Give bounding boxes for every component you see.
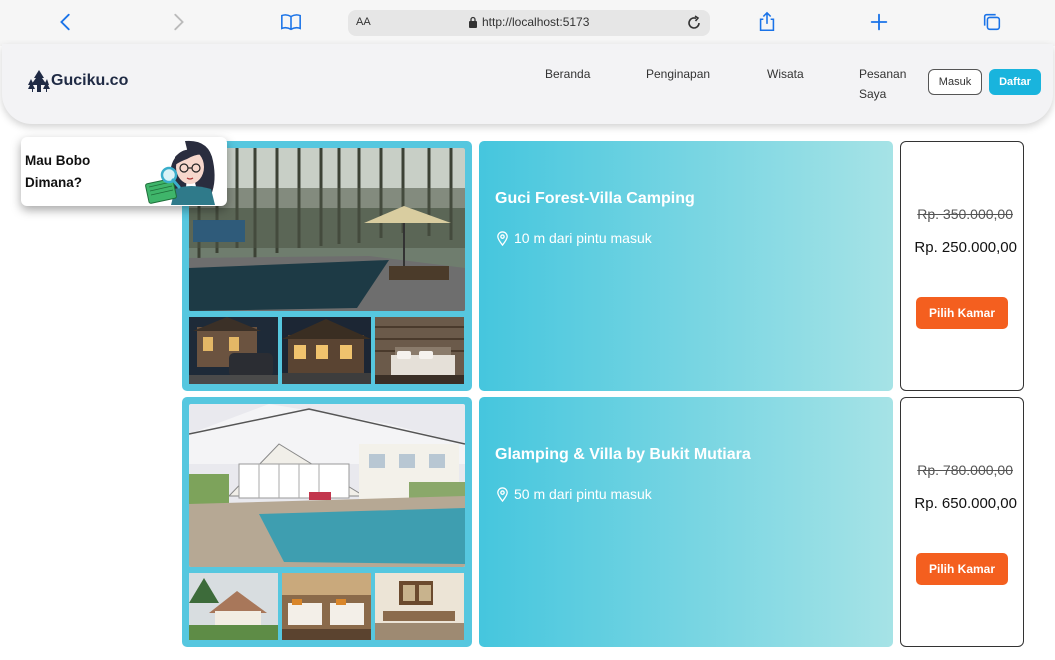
thumbnail-photo[interactable]: [189, 573, 278, 640]
distance-text: 50 m dari pintu masuk: [514, 486, 652, 502]
lock-icon: [469, 16, 477, 28]
photo-gallery: [182, 397, 472, 647]
thumbnail-photo[interactable]: [282, 317, 371, 384]
url-text: http://localhost:5173: [482, 15, 590, 29]
nav-wisata[interactable]: Wisata: [767, 64, 804, 84]
listing-info[interactable]: Guci Forest-Villa Camping 10 m dari pint…: [479, 141, 893, 391]
address-bar[interactable]: AA http://localhost:5173: [348, 10, 710, 36]
original-price: Rp. 780.000,00: [917, 462, 1013, 478]
back-icon[interactable]: [54, 10, 78, 34]
login-button[interactable]: Masuk: [928, 69, 982, 95]
price-box: Rp. 350.000,00 Rp. 250.000,00 Pilih Kama…: [900, 141, 1024, 391]
browser-toolbar: AA http://localhost:5173: [0, 0, 1055, 46]
listing-name[interactable]: Guci Forest-Villa Camping: [495, 190, 695, 208]
bookmarks-icon[interactable]: [279, 10, 303, 34]
thumbnail-photo[interactable]: [375, 573, 464, 640]
nav-pesanan-saya[interactable]: Pesanan Saya: [859, 64, 919, 104]
nav-penginapan[interactable]: Penginapan: [646, 64, 710, 84]
nav-beranda[interactable]: Beranda: [545, 64, 590, 84]
listing-info[interactable]: Glamping & Villa by Bukit Mutiara 50 m d…: [479, 397, 893, 647]
listing-card: Guci Forest-Villa Camping 10 m dari pint…: [182, 141, 1024, 391]
listing-distance: 50 m dari pintu masuk: [495, 486, 652, 502]
tabs-icon[interactable]: [980, 10, 1004, 34]
new-tab-icon[interactable]: [867, 10, 891, 34]
main-photo[interactable]: [189, 148, 465, 311]
register-button[interactable]: Daftar: [989, 69, 1041, 95]
main-photo[interactable]: [189, 404, 465, 567]
search-person-illustration: [145, 140, 215, 205]
discounted-price: Rp. 250.000,00: [914, 239, 1017, 256]
choose-room-button[interactable]: Pilih Kamar: [916, 297, 1008, 329]
choose-room-button[interactable]: Pilih Kamar: [916, 553, 1008, 585]
listing-card: Glamping & Villa by Bukit Mutiara 50 m d…: [182, 397, 1024, 647]
location-pin-icon: [497, 486, 508, 502]
price-box: Rp. 780.000,00 Rp. 650.000,00 Pilih Kama…: [900, 397, 1024, 647]
site-logo[interactable]: Guciku.co: [28, 69, 128, 93]
location-pin-icon: [497, 230, 508, 246]
listing-distance: 10 m dari pintu masuk: [495, 230, 652, 246]
distance-text: 10 m dari pintu masuk: [514, 230, 652, 246]
thumbnail-photo[interactable]: [282, 573, 371, 640]
thumbnail-photo[interactable]: [375, 317, 464, 384]
text-size-button[interactable]: AA: [356, 16, 371, 28]
original-price: Rp. 350.000,00: [917, 206, 1013, 222]
reload-icon[interactable]: [684, 13, 704, 33]
forward-icon[interactable]: [166, 10, 190, 34]
thumbnail-photo[interactable]: [189, 317, 278, 384]
promo-card: Mau Bobo Dimana?: [21, 137, 227, 206]
share-icon[interactable]: [755, 10, 779, 34]
promo-text: Mau Bobo Dimana?: [25, 153, 91, 190]
logo-text: Guciku.co: [51, 72, 129, 89]
discounted-price: Rp. 650.000,00: [914, 495, 1017, 512]
site-header: Guciku.co Beranda Penginapan Wisata Pesa…: [2, 44, 1053, 124]
pine-tree-logo-icon: [28, 70, 50, 92]
listing-name[interactable]: Glamping & Villa by Bukit Mutiara: [495, 446, 751, 464]
